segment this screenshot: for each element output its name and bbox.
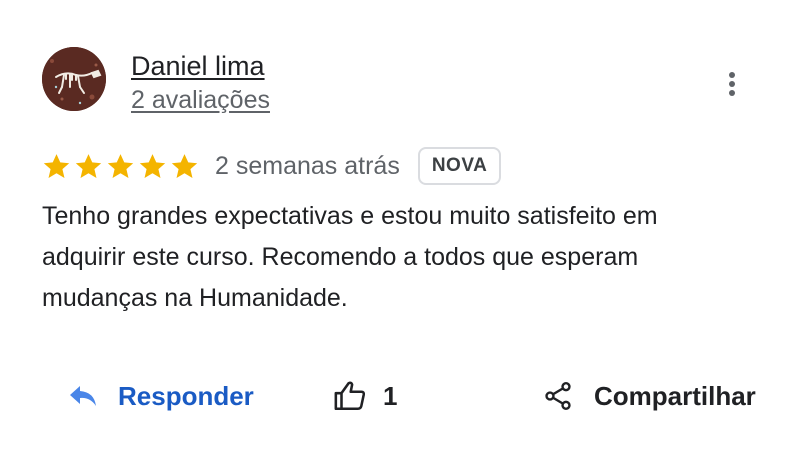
reply-icon [70, 386, 96, 406]
review-text: Tenho grandes expectativas e estou muito… [42, 202, 658, 312]
star-rating [42, 152, 199, 181]
rating-row: 2 semanas atrás NOVA [42, 145, 502, 187]
share-button[interactable]: Compartilhar [542, 372, 756, 420]
avatar[interactable] [42, 47, 106, 111]
reply-label: Responder [118, 380, 254, 411]
new-badge: NOVA [417, 147, 502, 185]
share-icon [545, 382, 571, 410]
share-label: Compartilhar [594, 380, 756, 411]
reply-button[interactable]: Responder [68, 372, 254, 420]
star-icon [171, 153, 198, 178]
review-date: 2 semanas atrás [215, 151, 400, 180]
star-icon [139, 153, 166, 178]
like-count: 1 [383, 380, 398, 411]
star-icon [75, 153, 102, 178]
like-button[interactable]: 1 [333, 372, 397, 420]
author-name[interactable]: Daniel lima [131, 50, 265, 82]
thumbs-up-icon [334, 381, 366, 411]
review-card: Daniel lima 2 avaliações 2 semanas atrás… [0, 0, 786, 464]
author-reviews-count[interactable]: 2 avaliações [131, 85, 270, 115]
star-icon [43, 153, 70, 178]
review-actions: Responder 1 Compartilhar [0, 372, 786, 420]
more-vertical-icon [729, 72, 735, 96]
star-icon [107, 153, 134, 178]
more-options-button[interactable] [712, 62, 752, 106]
